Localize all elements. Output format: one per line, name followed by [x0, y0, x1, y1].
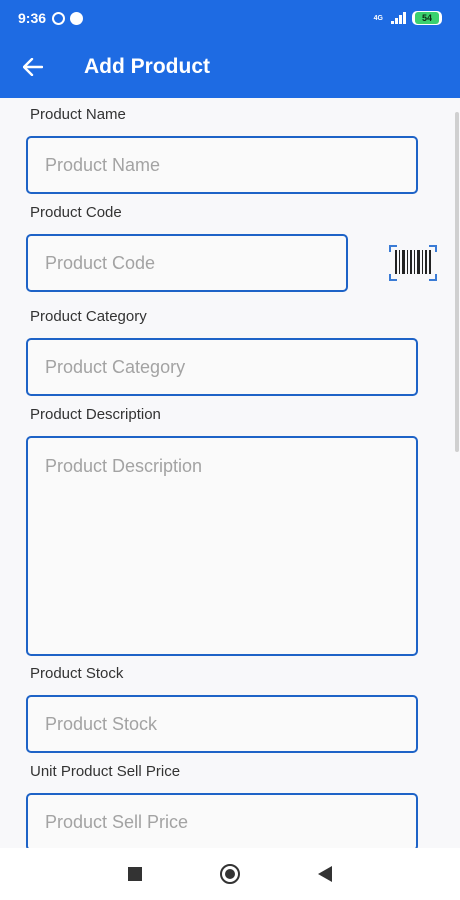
toolbar: Add Product [0, 36, 460, 98]
sell-price-input[interactable]: Product Sell Price [26, 793, 418, 848]
barcode-icon [389, 245, 437, 281]
network-type: 4G [373, 14, 383, 22]
sell-price-placeholder: Product Sell Price [45, 811, 189, 832]
nav-back-icon[interactable] [318, 866, 332, 882]
home-icon[interactable] [220, 864, 240, 884]
product-code-placeholder: Product Code [45, 252, 156, 273]
add-product-form: Product Name Product Name Product Code P… [0, 98, 460, 848]
product-name-placeholder: Product Name [45, 154, 161, 175]
battery-level: 54 [415, 12, 439, 24]
product-description-placeholder: Product Description [45, 456, 203, 476]
battery-icon: 54 [412, 11, 442, 25]
status-bar: 9:36 4G 54 [0, 0, 460, 36]
data-saver-icon [52, 11, 66, 25]
product-name-label: Product Name [30, 106, 126, 123]
product-description-input[interactable]: Product Description [26, 436, 418, 656]
product-stock-input[interactable]: Product Stock [26, 695, 418, 753]
status-time: 9:36 [18, 10, 47, 26]
app-bar: 9:36 4G 54 Add Product [0, 0, 460, 98]
status-right: 4G 54 [374, 11, 442, 25]
scrollbar[interactable] [455, 112, 459, 452]
arrow-left-icon [23, 58, 43, 76]
app-notification-icon [70, 11, 84, 25]
barcode-scan-button[interactable] [389, 244, 437, 282]
recents-icon[interactable] [128, 867, 142, 881]
page-title: Add Product [84, 55, 210, 78]
product-stock-placeholder: Product Stock [45, 713, 158, 734]
system-nav-bar [0, 848, 460, 900]
product-stock-label: Product Stock [30, 665, 124, 682]
signal-icon [391, 12, 406, 24]
product-category-placeholder: Product Category [45, 356, 186, 377]
product-code-label: Product Code [30, 204, 122, 221]
product-category-label: Product Category [30, 308, 147, 325]
product-name-input[interactable]: Product Name [26, 136, 418, 194]
product-description-label: Product Description [30, 406, 161, 423]
back-button[interactable] [0, 36, 66, 98]
product-category-input[interactable]: Product Category [26, 338, 418, 396]
product-code-input[interactable]: Product Code [26, 234, 348, 292]
sell-price-label: Unit Product Sell Price [30, 763, 181, 780]
